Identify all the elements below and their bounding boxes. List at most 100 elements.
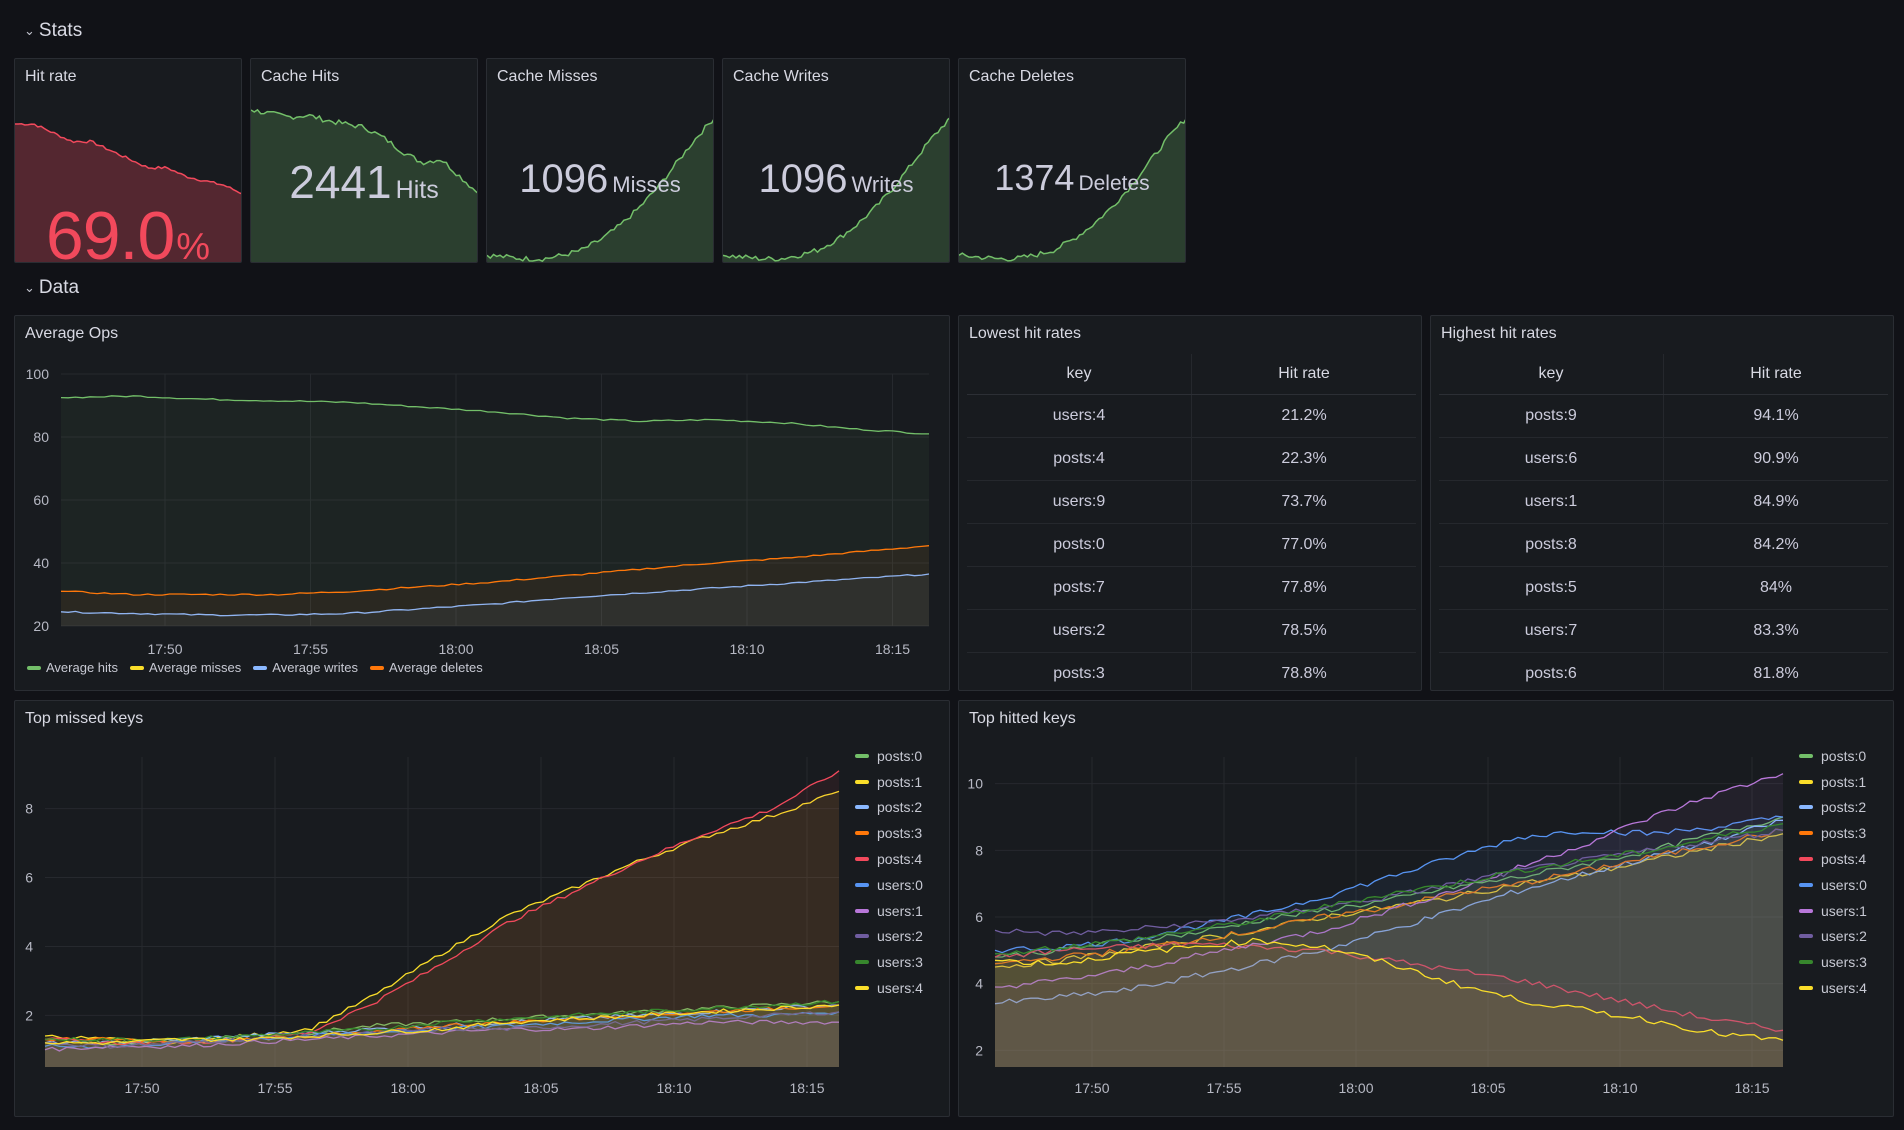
legend-label: posts:4: [877, 851, 923, 868]
stat-panel-cache-writes[interactable]: Cache Writes 1096 Writes: [722, 58, 950, 263]
legend-item-average-misses[interactable]: Average misses: [130, 660, 241, 675]
stat-value: 2441 Hits: [251, 155, 477, 209]
table-row: users:1 84.9%: [1439, 480, 1888, 524]
cell-key: posts:9: [1439, 394, 1664, 438]
table-row: posts:5 84%: [1439, 566, 1888, 610]
legend-item-users-2[interactable]: users:2: [1799, 924, 1867, 950]
legend-label: users:4: [877, 980, 923, 997]
cell-hit-rate: 21.2%: [1191, 394, 1416, 438]
table-row: posts:0 77.0%: [967, 523, 1416, 567]
column-header-key[interactable]: key: [967, 354, 1192, 395]
stat-number: 1096: [758, 157, 848, 201]
cell-key: users:7: [1439, 609, 1664, 653]
stat-panel-hit-rate[interactable]: Hit rate 69.0%: [14, 58, 242, 263]
cell-key: posts:8: [1439, 523, 1664, 567]
cell-hit-rate: 83.3%: [1663, 609, 1888, 653]
legend-item-posts-0[interactable]: posts:0: [855, 743, 923, 769]
panel-top-missed-keys[interactable]: Top missed keys 2 4 6 8 17:50 17:55 18:00 18:05…: [14, 700, 950, 1117]
column-header-hit-rate[interactable]: Hit rate: [1663, 354, 1888, 395]
cell-hit-rate: 84%: [1663, 566, 1888, 610]
x-tick-label: 18:05: [523, 1080, 558, 1096]
legend-swatch: [855, 857, 869, 862]
legend-item-posts-1[interactable]: posts:1: [1799, 769, 1867, 795]
panel-highest-hit-rates[interactable]: Highest hit rates key Hit rate posts:9 94…: [1430, 315, 1894, 691]
legend-swatch: [855, 986, 869, 991]
stat-panel-cache-hits[interactable]: Cache Hits 2441 Hits: [250, 58, 478, 263]
legend-item-users-1[interactable]: users:1: [855, 898, 923, 924]
legend-label: users:4: [1821, 980, 1867, 997]
table-row: users:6 90.9%: [1439, 437, 1888, 481]
table-header-row: key Hit rate: [967, 354, 1416, 395]
x-tick-label: 18:15: [789, 1080, 824, 1096]
cell-hit-rate: 78.8%: [1191, 652, 1416, 690]
cell-hit-rate: 22.3%: [1191, 437, 1416, 481]
cell-hit-rate: 94.1%: [1663, 394, 1888, 438]
legend-item-posts-4[interactable]: posts:4: [855, 846, 923, 872]
legend-item-users-4[interactable]: users:4: [1799, 975, 1867, 1001]
legend-swatch: [855, 805, 869, 810]
legend-item-users-3[interactable]: users:3: [855, 949, 923, 975]
cell-key: posts:3: [967, 652, 1192, 690]
cell-key: users:6: [1439, 437, 1664, 481]
x-tick-label: 18:00: [438, 641, 473, 657]
stat-number: 2441: [289, 156, 392, 208]
legend-swatch: [855, 960, 869, 965]
legend-label: users:3: [1821, 954, 1867, 971]
legend-item-users-0[interactable]: users:0: [855, 872, 923, 898]
legend-item-users-2[interactable]: users:2: [855, 924, 923, 950]
y-tick-label: 4: [975, 976, 983, 992]
table-header-row: key Hit rate: [1439, 354, 1888, 395]
column-header-hit-rate[interactable]: Hit rate: [1191, 354, 1416, 395]
stat-panel-cache-misses[interactable]: Cache Misses 1096 Misses: [486, 58, 714, 263]
stat-unit: Writes: [851, 172, 914, 197]
legend-item-users-0[interactable]: users:0: [1799, 872, 1867, 898]
legend-label: posts:1: [877, 773, 923, 790]
legend-swatch: [1799, 908, 1813, 913]
y-tick-label: 80: [33, 429, 49, 445]
legend-label: posts:4: [1821, 851, 1867, 868]
panel-average-ops[interactable]: Average Ops 20 40 60 80 100 17:50 17:55 18:00 18…: [14, 315, 950, 691]
cell-key: posts:5: [1439, 566, 1664, 610]
legend-item-posts-0[interactable]: posts:0: [1799, 743, 1867, 769]
legend-item-posts-4[interactable]: posts:4: [1799, 846, 1867, 872]
panel-lowest-hit-rates[interactable]: Lowest hit rates key Hit rate users:4 21.…: [958, 315, 1422, 691]
panel-title: Top hitted keys: [969, 710, 1076, 727]
legend-item-posts-2[interactable]: posts:2: [1799, 795, 1867, 821]
cell-key: users:1: [1439, 480, 1664, 524]
panel-title: Cache Writes: [733, 68, 829, 85]
legend-item-average-deletes[interactable]: Average deletes: [370, 660, 483, 675]
panel-title: Cache Hits: [261, 68, 340, 85]
legend-item-users-4[interactable]: users:4: [855, 975, 923, 1001]
legend-label: posts:3: [877, 825, 923, 842]
chart-average-ops: 20 40 60 80 100 17:50 17:55 18:00 18:05 18:10 18:1…: [26, 366, 930, 657]
chart-top-missed-keys: 2 4 6 8 17:50 17:55 18:00 18:05 18:10 18:15: [25, 757, 840, 1096]
legend-item-posts-2[interactable]: posts:2: [855, 795, 923, 821]
panel-title: Lowest hit rates: [969, 325, 1082, 342]
panel-top-hitted-keys[interactable]: Top hitted keys 2 4 6 8 10 17:50 17:55 18:00 18:…: [958, 700, 1894, 1117]
column-header-key[interactable]: key: [1439, 354, 1664, 395]
legend-item-users-3[interactable]: users:3: [1799, 949, 1867, 975]
legend-swatch: [855, 831, 869, 836]
legend-item-users-1[interactable]: users:1: [1799, 898, 1867, 924]
row-toggle-stats[interactable]: ⌄ Stats: [24, 20, 82, 42]
cell-key: users:2: [967, 609, 1192, 653]
legend-item-average-writes[interactable]: Average writes: [253, 660, 358, 675]
row-title: Stats: [38, 20, 83, 41]
x-tick-label: 17:55: [1206, 1080, 1241, 1096]
legend-item-posts-1[interactable]: posts:1: [855, 769, 923, 795]
cell-key: posts:7: [967, 566, 1192, 610]
x-tick-label: 17:50: [1074, 1080, 1109, 1096]
row-toggle-data[interactable]: ⌄ Data: [24, 277, 79, 299]
stat-panel-cache-deletes[interactable]: Cache Deletes 1374 Deletes: [958, 58, 1186, 263]
legend-item-posts-3[interactable]: posts:3: [855, 820, 923, 846]
stat-value: 1096 Writes: [723, 157, 949, 202]
table-row: posts:3 78.8%: [967, 652, 1416, 690]
cell-key: users:4: [967, 394, 1192, 438]
legend-swatch: [855, 779, 869, 784]
legend-label: posts:0: [1821, 747, 1867, 764]
legend-label: Average writes: [272, 660, 359, 675]
table-row: posts:9 94.1%: [1439, 394, 1888, 438]
legend-item-average-hits[interactable]: Average hits: [27, 660, 118, 675]
x-tick-label: 18:10: [729, 641, 764, 657]
legend-item-posts-3[interactable]: posts:3: [1799, 820, 1867, 846]
